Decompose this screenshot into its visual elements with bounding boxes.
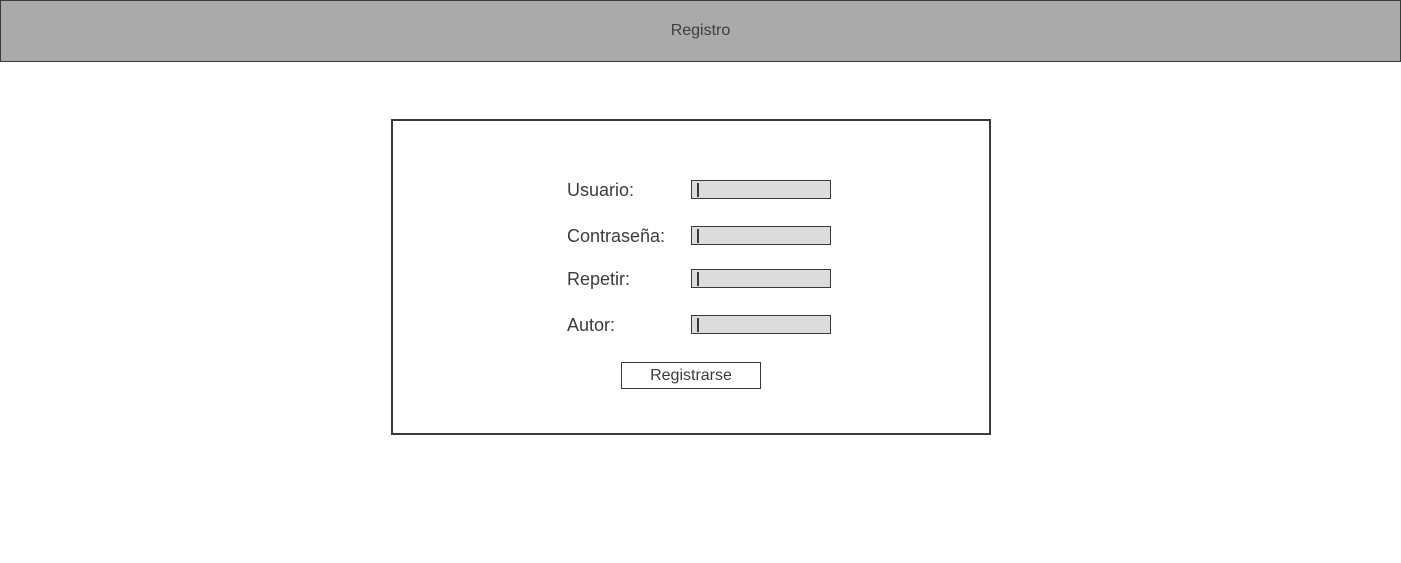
header-bar: Registro — [0, 0, 1401, 62]
text-caret — [697, 272, 699, 286]
author-label: Autor: — [567, 315, 616, 335]
password-label: Contraseña: — [567, 226, 666, 246]
author-input[interactable] — [691, 315, 831, 334]
username-label: Usuario: — [567, 180, 635, 200]
password-input[interactable] — [691, 226, 831, 245]
repeat-password-label: Repetir: — [567, 269, 631, 289]
page-title: Registro — [670, 22, 731, 39]
text-caret — [697, 183, 699, 197]
text-caret — [697, 318, 699, 332]
username-input[interactable] — [691, 180, 831, 199]
repeat-password-input[interactable] — [691, 269, 831, 288]
text-caret — [697, 229, 699, 243]
registration-form: Usuario: Contraseña: Repetir: Autor: Reg… — [391, 119, 991, 435]
register-button[interactable]: Registrarse — [621, 362, 761, 389]
